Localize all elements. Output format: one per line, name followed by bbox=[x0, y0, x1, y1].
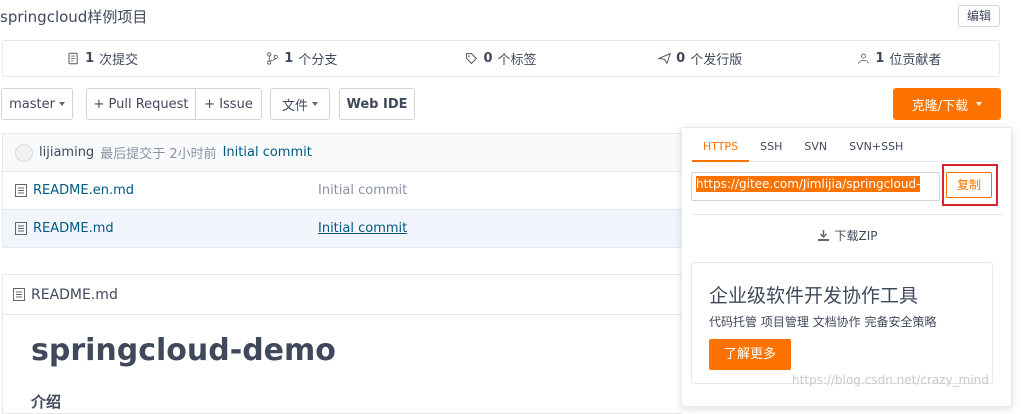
chevron-down-icon bbox=[312, 102, 318, 106]
stat-label: 次提交 bbox=[99, 53, 139, 68]
file-commit-message[interactable]: Initial commit bbox=[318, 183, 407, 198]
tab-svn[interactable]: SVN bbox=[793, 138, 838, 162]
stat-count: 1 bbox=[284, 51, 294, 66]
stat-label: 个标签 bbox=[497, 53, 537, 68]
clone-download-button[interactable]: 克隆/下载 bbox=[893, 88, 1001, 120]
promo-card: 企业级软件开发协作工具 代码托管 项目管理 文档协作 完备安全策略 了解更多 bbox=[691, 262, 993, 384]
tab-svn-ssh[interactable]: SVN+SSH bbox=[838, 138, 914, 162]
chevron-down-icon bbox=[58, 102, 65, 106]
file-row[interactable]: README.md Initial commit bbox=[3, 210, 682, 248]
clone-label: 克隆/下载 bbox=[911, 98, 969, 114]
stat-label: 个分支 bbox=[298, 53, 338, 68]
readme-header: README.md bbox=[3, 275, 682, 315]
file-row[interactable]: README.en.md Initial commit bbox=[3, 172, 682, 210]
stat-releases[interactable]: 0 个发行版 bbox=[601, 49, 800, 68]
clone-url-text: https://gitee.com/Jimlijia/springcloud- bbox=[696, 176, 921, 192]
web-ide-button[interactable]: Web IDE bbox=[339, 88, 415, 120]
tag-icon bbox=[466, 53, 478, 65]
pull-request-button[interactable]: + Pull Request bbox=[86, 88, 196, 120]
stat-label: 个发行版 bbox=[690, 53, 743, 68]
clone-popup: HTTPS SSH SVN SVN+SSH https://gitee.com/… bbox=[681, 127, 1012, 407]
commit-meta: 最后提交于 2小时前 bbox=[100, 147, 217, 162]
issue-button[interactable]: + Issue bbox=[195, 88, 262, 120]
chevron-down-icon bbox=[976, 102, 983, 106]
stat-label: 位贡献者 bbox=[889, 53, 942, 68]
watermark: https://blog.csdn.net/crazy_mind bbox=[792, 373, 989, 387]
tab-ssh[interactable]: SSH bbox=[749, 138, 793, 162]
stat-tags[interactable]: 0 个标签 bbox=[401, 49, 600, 68]
copy-button[interactable]: 复制 bbox=[946, 172, 992, 198]
branch-name: master bbox=[9, 96, 55, 112]
file-icon bbox=[15, 184, 27, 197]
divider bbox=[692, 214, 1002, 215]
files-dropdown[interactable]: 文件 bbox=[270, 88, 330, 120]
file-name[interactable]: README.en.md bbox=[33, 183, 318, 198]
promo-title: 企业级软件开发协作工具 bbox=[709, 285, 919, 307]
tab-https[interactable]: HTTPS bbox=[692, 138, 750, 162]
stat-commits[interactable]: 1 次提交 bbox=[3, 49, 202, 68]
edit-button[interactable]: 编辑 bbox=[958, 5, 1000, 27]
last-commit-row: lijiaming 最后提交于 2小时前 Initial commit bbox=[3, 134, 682, 172]
protocol-tabs: HTTPS SSH SVN SVN+SSH bbox=[692, 138, 1002, 162]
download-zip-link[interactable]: 下载ZIP bbox=[682, 227, 1013, 244]
readme-filename: README.md bbox=[31, 286, 118, 303]
stat-count: 0 bbox=[483, 51, 493, 66]
commit-icon bbox=[68, 52, 78, 65]
stat-branches[interactable]: 1 个分支 bbox=[202, 49, 401, 68]
learn-more-button[interactable]: 了解更多 bbox=[709, 339, 791, 370]
file-icon bbox=[15, 222, 27, 235]
file-name[interactable]: README.md bbox=[33, 221, 318, 236]
stat-count: 1 bbox=[875, 51, 885, 66]
download-zip-label: 下载ZIP bbox=[834, 229, 878, 243]
readme-subheading: 介绍 bbox=[31, 393, 62, 411]
download-icon bbox=[817, 230, 829, 241]
copy-highlight: 复制 bbox=[942, 164, 998, 206]
repo-title: springcloud样例项目 bbox=[0, 8, 148, 26]
commit-author[interactable]: lijiaming bbox=[39, 145, 94, 160]
readme-panel: README.md springcloud-demo 介绍 bbox=[2, 274, 682, 414]
file-commit-message[interactable]: Initial commit bbox=[318, 221, 407, 236]
file-list: lijiaming 最后提交于 2小时前 Initial commit READ… bbox=[2, 133, 682, 248]
clone-url-field[interactable]: https://gitee.com/Jimlijia/springcloud- bbox=[691, 172, 940, 201]
avatar[interactable] bbox=[15, 143, 33, 162]
branch-select[interactable]: master bbox=[1, 88, 73, 120]
stat-count: 1 bbox=[85, 51, 95, 66]
readme-heading: springcloud-demo bbox=[31, 333, 336, 368]
contributor-icon bbox=[858, 53, 870, 64]
promo-subtitle: 代码托管 项目管理 文档协作 完备安全策略 bbox=[709, 315, 937, 329]
repo-stats-bar: 1 次提交 1 个分支 0 个标签 0 个发行版 1 位贡献者 bbox=[2, 40, 1000, 77]
file-icon bbox=[13, 288, 25, 301]
branch-icon bbox=[267, 52, 279, 65]
stat-count: 0 bbox=[676, 51, 686, 66]
stat-contributors[interactable]: 1 位贡献者 bbox=[800, 49, 999, 68]
files-label: 文件 bbox=[281, 98, 308, 114]
release-icon bbox=[658, 52, 672, 65]
commit-message[interactable]: Initial commit bbox=[223, 145, 312, 160]
